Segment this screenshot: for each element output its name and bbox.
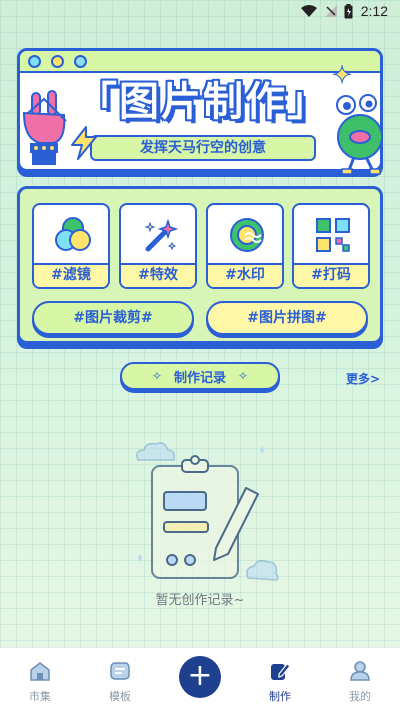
home-icon	[30, 662, 50, 681]
sparkle-icon: ✧	[238, 369, 249, 383]
image-collage-button[interactable]: #图片拼图#	[206, 301, 368, 335]
image-crop-button[interactable]: #图片裁剪#	[32, 301, 194, 335]
edit-icon	[271, 663, 291, 680]
window-dot-icon	[51, 55, 64, 68]
nav-item-templates[interactable]: 模板	[90, 660, 150, 704]
status-icons: 2:12	[300, 3, 388, 19]
template-icon	[110, 662, 130, 680]
create-plus-button[interactable]: +	[179, 656, 221, 698]
tool-filter-button[interactable]: #滤镜	[32, 203, 110, 289]
monster-mascot-icon	[336, 94, 383, 175]
records-title-button[interactable]: ✧ 制作记录 ✧	[120, 362, 280, 390]
more-link[interactable]: 更多>	[346, 370, 380, 387]
lightning-icon	[71, 126, 97, 160]
tool-mosaic-button[interactable]: #打码	[292, 203, 370, 289]
window-dot-icon	[74, 55, 87, 68]
banner-title: 「图片制作」	[77, 79, 329, 125]
tools-panel: #滤镜 #特效 #水印 #打码 #图片裁剪# #图片拼图#	[17, 186, 383, 344]
tool-label: #水印	[208, 263, 282, 287]
nav-item-market[interactable]: 市集	[10, 660, 70, 704]
nav-item-make[interactable]: 制作	[250, 660, 310, 704]
banner-subtitle: 发挥天马行空的创意	[90, 135, 316, 161]
status-time: 2:12	[360, 3, 388, 19]
tool-watermark-button[interactable]: #水印	[206, 203, 284, 289]
banner-window-bar	[20, 51, 380, 73]
nav-label: 我的	[349, 690, 371, 703]
empty-clipboard-illustration	[136, 442, 279, 581]
nav-label: 市集	[29, 690, 51, 703]
sparkle-icon: ✧	[151, 369, 162, 383]
status-bar: 2:12	[0, 0, 400, 24]
records-title: 制作记录	[173, 370, 226, 386]
bottom-nav: 市集 模板 + 制作 我的	[0, 647, 400, 712]
plus-icon: +	[187, 658, 213, 693]
empty-records-text: 暂无创作记录~	[155, 593, 245, 608]
signal-icon	[324, 5, 337, 17]
tool-label: #打码	[294, 263, 368, 287]
magic-wand-icon	[144, 218, 179, 252]
tool-label: #特效	[121, 263, 195, 287]
battery-icon	[344, 3, 353, 18]
wifi-icon	[300, 5, 317, 17]
tool-effect-button[interactable]: #特效	[119, 203, 197, 289]
sparkle-icon: ✦	[331, 61, 353, 90]
nav-label: 制作	[269, 690, 291, 703]
tool-label: #滤镜	[34, 263, 108, 287]
user-icon	[350, 661, 370, 681]
mosaic-icon	[316, 218, 350, 252]
watermark-icon	[230, 218, 264, 252]
nav-item-me[interactable]: 我的	[330, 660, 390, 704]
nav-label: 模板	[109, 690, 131, 703]
banner-card: 「图片制作」 发挥天马行空的创意 ✦ ✦	[17, 48, 383, 175]
filter-icon	[55, 217, 91, 251]
window-dot-icon	[28, 55, 41, 68]
rock-hand-icon	[22, 90, 67, 165]
